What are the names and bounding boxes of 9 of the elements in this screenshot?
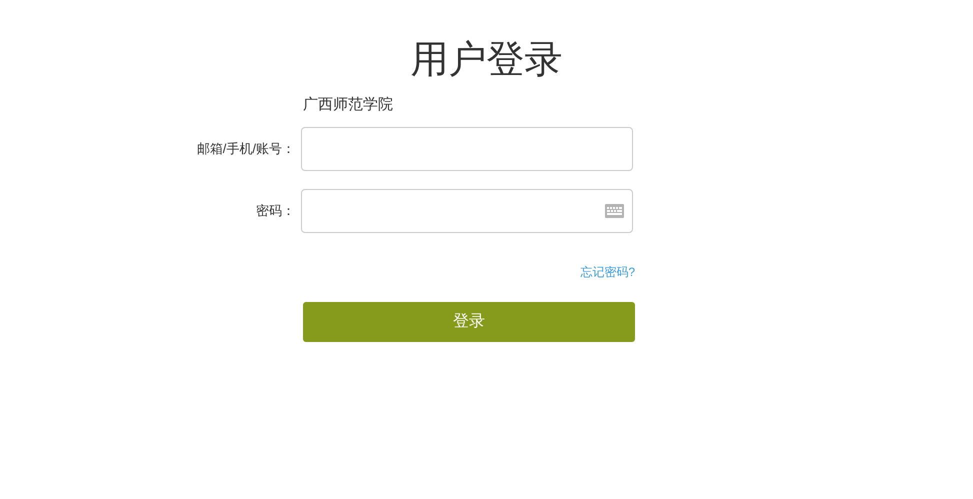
forgot-password-link[interactable]: 忘记密码? — [580, 264, 635, 280]
field-label: 邮箱/手机/账号： — [196, 140, 295, 158]
page-title: 用户登录 — [410, 38, 562, 83]
field-label: 密码： — [256, 202, 295, 220]
keyboard-icon[interactable] — [605, 204, 624, 218]
account-field[interactable] — [301, 127, 633, 171]
password-field[interactable] — [301, 189, 633, 233]
school-name: 广西师范学院 — [303, 95, 393, 115]
login-button[interactable]: 登录 — [303, 302, 635, 342]
